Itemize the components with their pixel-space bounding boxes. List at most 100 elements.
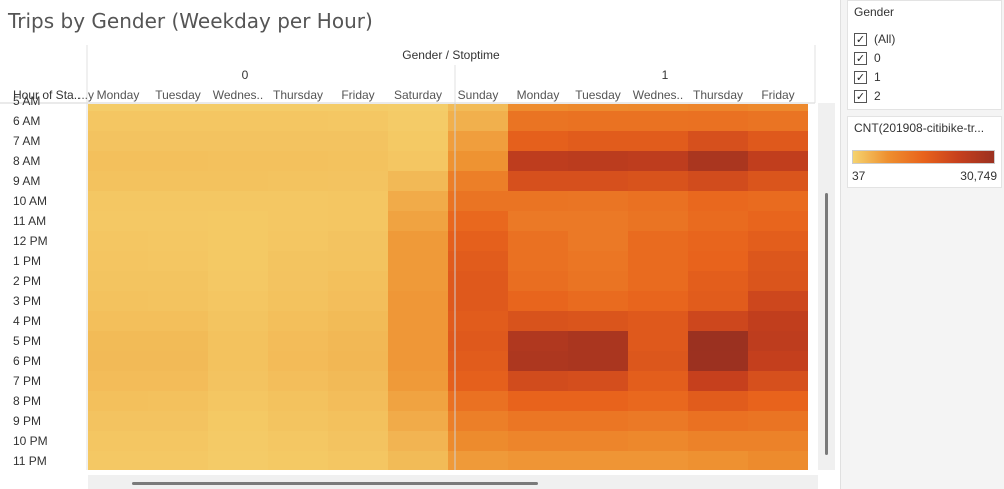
heatmap-cell[interactable] bbox=[88, 391, 148, 411]
heatmap-cell[interactable] bbox=[628, 111, 688, 131]
heatmap-cell[interactable] bbox=[88, 291, 148, 311]
heatmap-cell[interactable] bbox=[448, 271, 508, 291]
heatmap-cell[interactable] bbox=[328, 391, 388, 411]
heatmap-cell[interactable] bbox=[328, 231, 388, 251]
heatmap-cell[interactable] bbox=[568, 351, 628, 371]
heatmap-cell[interactable] bbox=[88, 411, 148, 431]
heatmap-cell[interactable] bbox=[508, 251, 568, 271]
heatmap-cell[interactable] bbox=[148, 431, 208, 451]
heatmap-cell[interactable] bbox=[628, 391, 688, 411]
heatmap-cell[interactable] bbox=[688, 104, 748, 111]
heatmap-cell[interactable] bbox=[448, 291, 508, 311]
heatmap-cell[interactable] bbox=[568, 211, 628, 231]
heatmap-cell[interactable] bbox=[748, 411, 808, 431]
heatmap-cell[interactable] bbox=[508, 431, 568, 451]
heatmap-cell[interactable] bbox=[748, 104, 808, 111]
heatmap-cell[interactable] bbox=[268, 171, 328, 191]
heatmap-cell[interactable] bbox=[268, 311, 328, 331]
heatmap-cell[interactable] bbox=[508, 331, 568, 351]
vertical-scrollbar[interactable] bbox=[818, 103, 835, 470]
heatmap-cell[interactable] bbox=[148, 111, 208, 131]
heatmap-cell[interactable] bbox=[748, 431, 808, 451]
heatmap-cell[interactable] bbox=[748, 331, 808, 351]
heatmap-cell[interactable] bbox=[88, 311, 148, 331]
heatmap-cell[interactable] bbox=[328, 331, 388, 351]
heatmap-cell[interactable] bbox=[688, 231, 748, 251]
heatmap-cell[interactable] bbox=[568, 291, 628, 311]
heatmap-cell[interactable] bbox=[448, 111, 508, 131]
heatmap-cell[interactable] bbox=[688, 191, 748, 211]
heatmap-cell[interactable] bbox=[508, 391, 568, 411]
heatmap-cell[interactable] bbox=[748, 251, 808, 271]
heatmap-cell[interactable] bbox=[568, 311, 628, 331]
heatmap-cell[interactable] bbox=[328, 104, 388, 111]
heatmap-cell[interactable] bbox=[748, 271, 808, 291]
heatmap-cell[interactable] bbox=[268, 131, 328, 151]
heatmap-cell[interactable] bbox=[568, 111, 628, 131]
heatmap-cell[interactable] bbox=[688, 351, 748, 371]
heatmap-cell[interactable] bbox=[148, 311, 208, 331]
heatmap-cell[interactable] bbox=[268, 111, 328, 131]
heatmap-cell[interactable] bbox=[208, 211, 268, 231]
heatmap-cell[interactable] bbox=[688, 151, 748, 171]
heatmap-cell[interactable] bbox=[208, 291, 268, 311]
heatmap-cell[interactable] bbox=[628, 411, 688, 431]
heatmap-cell[interactable] bbox=[568, 171, 628, 191]
heatmap-cell[interactable] bbox=[148, 391, 208, 411]
heatmap-cell[interactable] bbox=[388, 231, 448, 251]
heatmap-cell[interactable] bbox=[88, 331, 148, 351]
heatmap-cell[interactable] bbox=[208, 104, 268, 111]
filter-option-0[interactable]: ✓ 0 bbox=[854, 49, 881, 67]
heatmap-cell[interactable] bbox=[88, 271, 148, 291]
heatmap-cell[interactable] bbox=[328, 291, 388, 311]
heatmap-cell[interactable] bbox=[208, 131, 268, 151]
heatmap-cell[interactable] bbox=[568, 231, 628, 251]
heatmap-cell[interactable] bbox=[388, 331, 448, 351]
heatmap-cell[interactable] bbox=[568, 391, 628, 411]
heatmap-cell[interactable] bbox=[628, 351, 688, 371]
heatmap-cell[interactable] bbox=[508, 311, 568, 331]
heatmap-cell[interactable] bbox=[508, 291, 568, 311]
heatmap-cell[interactable] bbox=[508, 451, 568, 470]
heatmap-cell[interactable] bbox=[748, 111, 808, 131]
heatmap-cell[interactable] bbox=[688, 331, 748, 351]
heatmap-cell[interactable] bbox=[208, 431, 268, 451]
heatmap-cell[interactable] bbox=[328, 271, 388, 291]
heatmap-cell[interactable] bbox=[748, 291, 808, 311]
heatmap-cell[interactable] bbox=[628, 271, 688, 291]
heatmap-cell[interactable] bbox=[688, 111, 748, 131]
heatmap-cell[interactable] bbox=[628, 311, 688, 331]
heatmap-cell[interactable] bbox=[208, 191, 268, 211]
heatmap-cell[interactable] bbox=[748, 151, 808, 171]
heatmap-cell[interactable] bbox=[148, 104, 208, 111]
heatmap-cell[interactable] bbox=[448, 211, 508, 231]
heatmap-cell[interactable] bbox=[268, 151, 328, 171]
heatmap-cell[interactable] bbox=[268, 271, 328, 291]
heatmap-cell[interactable] bbox=[568, 191, 628, 211]
heatmap-cell[interactable] bbox=[748, 391, 808, 411]
heatmap-cell[interactable] bbox=[568, 371, 628, 391]
heatmap-cell[interactable] bbox=[388, 451, 448, 470]
heatmap-cell[interactable] bbox=[208, 351, 268, 371]
heatmap-cell[interactable] bbox=[688, 411, 748, 431]
heatmap-cell[interactable] bbox=[88, 251, 148, 271]
heatmap-cell[interactable] bbox=[748, 171, 808, 191]
heatmap-cell[interactable] bbox=[148, 291, 208, 311]
heatmap-cell[interactable] bbox=[148, 211, 208, 231]
heatmap-cell[interactable] bbox=[88, 451, 148, 470]
heatmap-cell[interactable] bbox=[568, 251, 628, 271]
heatmap-cell[interactable] bbox=[508, 271, 568, 291]
heatmap-cell[interactable] bbox=[448, 411, 508, 431]
heatmap-cell[interactable] bbox=[688, 311, 748, 331]
heatmap-cell[interactable] bbox=[208, 251, 268, 271]
filter-option-1[interactable]: ✓ 1 bbox=[854, 68, 881, 86]
heatmap-cell[interactable] bbox=[628, 291, 688, 311]
heatmap-cell[interactable] bbox=[568, 431, 628, 451]
heatmap-cell[interactable] bbox=[268, 331, 328, 351]
checkbox-checked-icon[interactable]: ✓ bbox=[854, 70, 867, 84]
heatmap-cell[interactable] bbox=[208, 411, 268, 431]
heatmap-cell[interactable] bbox=[268, 291, 328, 311]
heatmap-cell[interactable] bbox=[268, 371, 328, 391]
heatmap-cell[interactable] bbox=[748, 311, 808, 331]
heatmap-cell[interactable] bbox=[88, 211, 148, 231]
